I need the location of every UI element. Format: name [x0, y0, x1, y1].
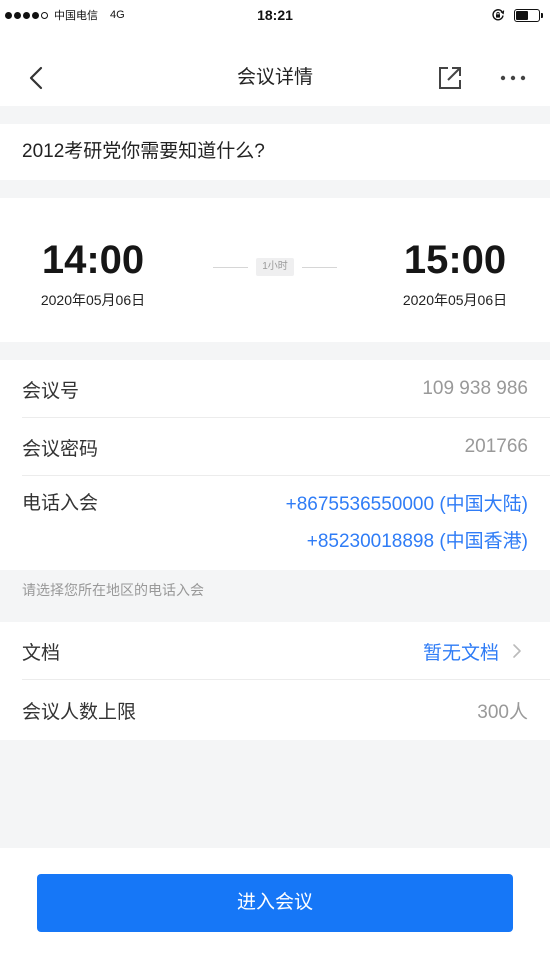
- duration-badge: 1小时: [256, 258, 294, 276]
- start-time: 14:00: [41, 238, 145, 282]
- dial-in-hint: 请选择您所在地区的电话入会: [22, 582, 204, 598]
- meeting-title: 2012考研党你需要知道什么?: [0, 124, 550, 180]
- password-value: 201766: [464, 436, 528, 457]
- dial-in-number-hongkong[interactable]: +85230018898 (中国香港): [286, 523, 528, 560]
- share-button[interactable]: [436, 64, 464, 92]
- meeting-details-card: 会议号 109 938 986 会议密码 201766 电话入会 +867553…: [0, 360, 550, 570]
- end-date: 2020年05月06日: [402, 292, 508, 308]
- dial-in-numbers: +8675536550000 (中国大陆) +85230018898 (中国香港…: [286, 486, 528, 560]
- duration-indicator: 1小时: [213, 257, 337, 277]
- documents-value: 暂无文档: [422, 642, 499, 664]
- status-bar: 中国电信 4G 18:21: [0, 0, 550, 30]
- battery-icon: [514, 8, 543, 22]
- duration-line-right: [301, 266, 337, 268]
- join-meeting-button[interactable]: 进入会议: [37, 874, 513, 932]
- password-row: 会议密码 201766: [0, 418, 550, 476]
- start-block: 14:00 2020年05月06日: [0, 198, 186, 309]
- more-icon: [500, 75, 526, 81]
- header: 中国电信 4G 18:21 会议详情: [0, 0, 550, 106]
- nav-bar: 会议详情: [0, 50, 550, 106]
- battery-level: [516, 10, 529, 20]
- meeting-id-value: 109 938 986: [422, 378, 528, 399]
- chevron-left-icon: [29, 66, 43, 90]
- extras-card: 文档 暂无文档 会议人数上限 300人: [0, 622, 550, 740]
- capacity-row: 会议人数上限 300人: [0, 680, 550, 740]
- empty-space: [0, 740, 550, 848]
- documents-row[interactable]: 文档 暂无文档: [0, 622, 550, 680]
- end-time: 15:00: [403, 238, 507, 282]
- schedule-section: 14:00 2020年05月06日 1小时 15:00 2020年05月06日: [0, 198, 550, 342]
- rotation-lock-icon: [492, 9, 505, 21]
- dial-in-label: 电话入会: [22, 493, 99, 514]
- chevron-right-icon: [513, 644, 521, 658]
- share-icon: [439, 67, 461, 89]
- capacity-label: 会议人数上限: [22, 701, 137, 723]
- end-block: 15:00 2020年05月06日: [362, 198, 548, 309]
- back-button[interactable]: [24, 64, 52, 92]
- status-time: 18:21: [257, 7, 293, 23]
- password-label: 会议密码: [22, 438, 99, 460]
- status-right: [491, 7, 543, 23]
- more-button[interactable]: [498, 64, 528, 92]
- documents-label: 文档: [22, 642, 61, 664]
- bottom-bar: 进入会议: [0, 848, 550, 978]
- capacity-value: 300人: [477, 701, 528, 723]
- dial-in-number-mainland[interactable]: +8675536550000 (中国大陆): [286, 486, 528, 523]
- duration-line-left: [213, 266, 249, 268]
- dial-in-row: 电话入会 +8675536550000 (中国大陆) +85230018898 …: [0, 476, 550, 570]
- documents-link[interactable]: 暂无文档: [423, 638, 522, 665]
- meeting-id-label: 会议号: [22, 380, 80, 402]
- meeting-id-row: 会议号 109 938 986: [0, 360, 550, 418]
- start-date: 2020年05月06日: [40, 292, 146, 308]
- page-title: 会议详情: [236, 67, 313, 88]
